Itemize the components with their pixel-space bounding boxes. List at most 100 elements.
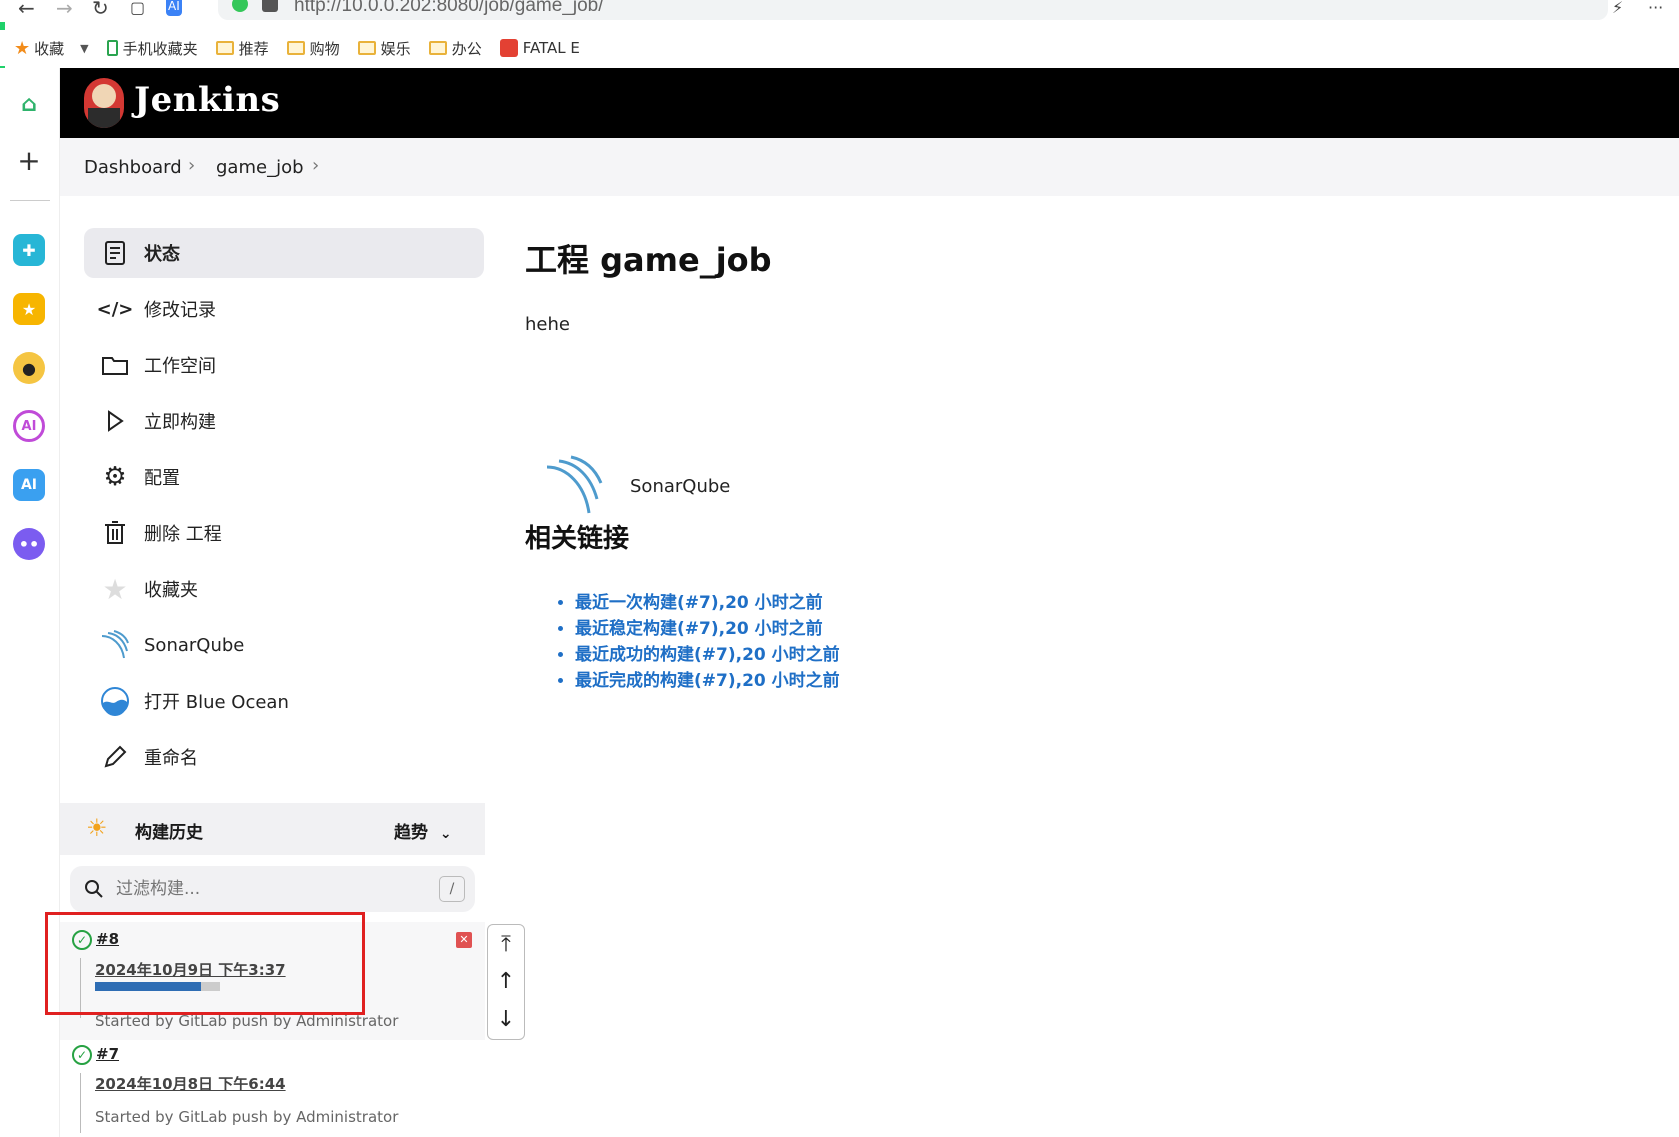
task-sonarqube[interactable]: SonarQube	[84, 620, 484, 670]
task-blue-ocean[interactable]: 打开 Blue Ocean	[84, 676, 484, 726]
related-links: 最近一次构建(#7),20 小时之前 最近稳定构建(#7),20 小时之前 最近…	[575, 590, 840, 694]
sonarqube-link[interactable]: SonarQube	[630, 476, 730, 497]
trash-icon	[100, 518, 130, 548]
task-label: 打开 Blue Ocean	[144, 692, 289, 713]
task-label: 配置	[144, 468, 180, 489]
phone-icon	[106, 40, 118, 56]
folder-icon	[357, 41, 376, 55]
plus-icon[interactable]: +	[13, 144, 45, 177]
browser-toolbar: ← → ↻ ▢ AI http://10.0.0.202:8080/job/ga…	[0, 0, 1679, 22]
trend-button[interactable]: 趋势 ⌄	[394, 818, 452, 843]
gear-icon: ⚙	[103, 462, 127, 492]
folder-icon	[286, 41, 305, 55]
link-last-stable[interactable]: 最近稳定构建(#7),20 小时之前	[575, 619, 823, 639]
bookmark-office[interactable]: 办公	[428, 38, 482, 59]
link-last-build[interactable]: 最近一次构建(#7),20 小时之前	[575, 593, 823, 613]
task-workspace[interactable]: 工作空间	[84, 340, 484, 390]
app-ai-icon[interactable]: AI	[13, 410, 45, 442]
jenkins-logo-icon[interactable]	[84, 78, 124, 128]
page-up-icon[interactable]: ↑	[488, 964, 524, 1000]
status-icon	[100, 238, 130, 268]
build-filter-input[interactable]	[116, 876, 416, 902]
cancel-icon[interactable]: ✕	[456, 932, 472, 948]
task-label: 工作空间	[144, 356, 216, 377]
pencil-icon	[100, 742, 130, 772]
bookmark-mobile[interactable]: 手机收藏夹	[106, 38, 198, 59]
address-bar[interactable]: http://10.0.0.202:8080/job/game_job/	[218, 0, 1608, 20]
task-label: 删除 工程	[144, 524, 222, 545]
bookmarks-bar: ★ 收藏 ▼ 手机收藏夹 推荐 购物 娱乐 办公 FATAL E	[0, 30, 1679, 66]
app-puzzle-icon[interactable]: ✚	[13, 234, 45, 266]
shortcut-key: /	[439, 876, 465, 902]
task-rename[interactable]: 重命名	[84, 732, 484, 782]
task-favorite[interactable]: ★ 收藏夹	[84, 564, 484, 614]
forward-icon[interactable]: →	[56, 0, 73, 18]
more-icon[interactable]: ···	[1648, 0, 1663, 18]
task-label: SonarQube	[144, 634, 245, 656]
bookmark-entertainment[interactable]: 娱乐	[357, 38, 411, 59]
jenkins-suit	[88, 108, 120, 128]
task-build-now[interactable]: 立即构建	[84, 396, 484, 446]
ai-icon[interactable]: AI	[166, 0, 182, 16]
task-label: 重命名	[144, 748, 198, 769]
app-star-icon[interactable]: ★	[13, 293, 45, 325]
build-number[interactable]: #7	[96, 1045, 119, 1063]
sidebar-divider	[10, 200, 50, 201]
link-last-completed[interactable]: 最近完成的构建(#7),20 小时之前	[575, 671, 840, 691]
build-row[interactable]: ✓ #7 2024年10月8日 下午6:44 Started by GitLab…	[60, 1037, 485, 1137]
page-first-icon[interactable]: ⤒	[488, 927, 524, 963]
play-icon	[100, 406, 130, 436]
bookmark-fatal[interactable]: FATAL E	[499, 39, 580, 57]
bookmark-favorites[interactable]: ★ 收藏 ▼	[14, 38, 89, 59]
build-date[interactable]: 2024年10月8日 下午6:44	[95, 1073, 286, 1094]
lightning-icon[interactable]: ⚡	[1612, 0, 1623, 18]
task-delete[interactable]: 删除 工程	[84, 508, 484, 558]
security-icon	[232, 0, 248, 12]
star-icon: ★	[102, 572, 128, 606]
reload-icon[interactable]: ↻	[92, 0, 109, 18]
browser-window: ← → ↻ ▢ AI http://10.0.0.202:8080/job/ga…	[0, 0, 1679, 1137]
build-filter[interactable]: /	[70, 866, 475, 912]
task-status[interactable]: 状态	[84, 228, 484, 278]
sonarqube-icon	[100, 630, 130, 660]
app-ghost-icon[interactable]: ••	[13, 528, 45, 560]
home-icon[interactable]: ⌂	[13, 88, 45, 120]
jenkins-title[interactable]: Jenkins	[134, 80, 280, 120]
task-label: 立即构建	[144, 412, 216, 433]
list-item: 最近完成的构建(#7),20 小时之前	[575, 668, 840, 694]
build-history-header: ☀ 构建历史 趋势 ⌄	[60, 803, 485, 855]
chevron-right-icon: ›	[188, 155, 196, 176]
highlight-box	[45, 912, 365, 1015]
star-icon: ★	[14, 37, 31, 59]
success-icon: ✓	[72, 1045, 92, 1065]
home-icon[interactable]: ▢	[130, 0, 145, 18]
jenkins-header: Jenkins	[60, 68, 1679, 138]
app-bot-icon[interactable]: ●	[13, 352, 45, 384]
blue-ocean-icon	[100, 686, 130, 716]
page-down-icon[interactable]: ↓	[488, 1002, 524, 1038]
chevron-right-icon[interactable]: ›	[312, 155, 319, 176]
page-title: 工程 game_job	[525, 241, 772, 279]
app-ai-blue-icon[interactable]: AI	[13, 469, 45, 501]
sonarqube-icon	[546, 455, 603, 514]
sun-icon: ☀	[86, 814, 108, 842]
search-icon	[85, 880, 103, 898]
extension-icon[interactable]	[262, 0, 278, 12]
site-icon	[499, 39, 518, 57]
bookmark-shopping[interactable]: 购物	[286, 38, 340, 59]
jenkins-face	[92, 84, 116, 108]
task-label: 收藏夹	[144, 580, 198, 601]
breadcrumb: Dashboard › game_job ›	[60, 138, 1679, 196]
task-configure[interactable]: ⚙ 配置	[84, 452, 484, 502]
link-last-successful[interactable]: 最近成功的构建(#7),20 小时之前	[575, 645, 840, 665]
job-description: hehe	[525, 314, 570, 335]
breadcrumb-dashboard[interactable]: Dashboard	[84, 157, 182, 178]
task-changes[interactable]: </> 修改记录	[84, 284, 484, 334]
dropdown-icon[interactable]: ▼	[80, 42, 88, 55]
back-icon[interactable]: ←	[18, 0, 35, 18]
build-timeline	[80, 1073, 81, 1133]
task-label: 状态	[144, 244, 180, 265]
bookmark-recommend[interactable]: 推荐	[215, 38, 269, 59]
address-url[interactable]: http://10.0.0.202:8080/job/game_job/	[294, 0, 604, 17]
breadcrumb-game-job[interactable]: game_job	[216, 157, 304, 178]
